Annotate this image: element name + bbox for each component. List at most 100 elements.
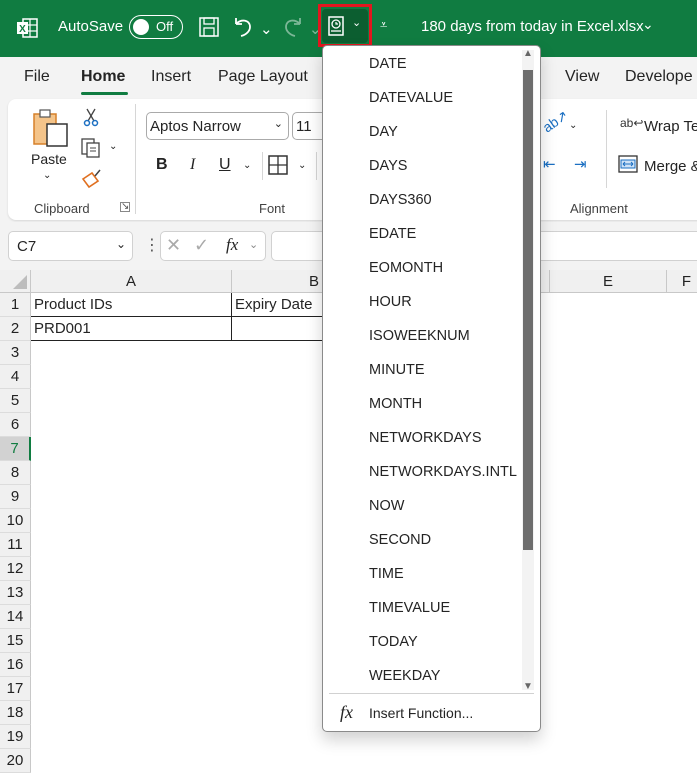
menu-item-days360[interactable]: DAYS360 xyxy=(369,183,519,217)
row-header-9[interactable]: 9 xyxy=(0,485,31,509)
column-header-b[interactable]: B xyxy=(232,270,322,293)
fx-icon: fx xyxy=(340,702,353,722)
font-name-select[interactable]: Aptos Narrow ⌄ xyxy=(146,112,289,140)
menu-item-now[interactable]: NOW xyxy=(369,489,519,523)
column-header-f[interactable]: F xyxy=(667,270,697,293)
menu-item-datevalue[interactable]: DATEVALUE xyxy=(369,81,519,115)
wrap-text-icon[interactable]: ab↩ xyxy=(620,116,643,130)
file-name[interactable]: 180 days from today in Excel.xlsx xyxy=(421,18,644,35)
cancel-icon[interactable]: ✕ xyxy=(166,235,181,256)
column-header-partial xyxy=(541,270,549,293)
insert-function-menu-item[interactable]: fx Insert Function... xyxy=(323,696,540,730)
menu-item-minute[interactable]: MINUTE xyxy=(369,353,519,387)
select-all-corner[interactable] xyxy=(0,270,31,293)
row-header-15[interactable]: 15 xyxy=(0,629,31,653)
paste-icon[interactable] xyxy=(32,108,70,148)
menu-item-isoweeknum[interactable]: ISOWEEKNUM xyxy=(369,319,519,353)
chevron-down-icon[interactable]: ⌄ xyxy=(116,237,126,251)
menu-item-networkdays[interactable]: NETWORKDAYS xyxy=(369,421,519,455)
clipboard-launcher-icon[interactable]: ↘ xyxy=(120,202,130,212)
underline-chevron-icon[interactable]: ⌄ xyxy=(243,160,251,171)
autosave-toggle[interactable]: Off xyxy=(129,15,183,39)
borders-icon[interactable] xyxy=(268,155,288,175)
menu-scrollbar[interactable]: ▲ ▼ xyxy=(522,48,534,692)
row-header-17[interactable]: 17 xyxy=(0,677,31,701)
row-header-18[interactable]: 18 xyxy=(0,701,31,725)
chevron-down-icon[interactable]: ⌄ xyxy=(249,238,258,251)
formula-actions: ✕ ✓ fx ⌄ xyxy=(160,231,266,261)
menu-item-today[interactable]: TODAY xyxy=(369,625,519,659)
italic-button[interactable]: I xyxy=(190,156,195,174)
enter-icon[interactable]: ✓ xyxy=(194,235,209,256)
scroll-up-icon[interactable]: ▲ xyxy=(523,48,533,59)
decrease-indent-icon[interactable]: ⇤ xyxy=(543,155,556,173)
column-header-e[interactable]: E xyxy=(549,270,667,293)
menu-item-time[interactable]: TIME xyxy=(369,557,519,591)
row-header-16[interactable]: 16 xyxy=(0,653,31,677)
customize-quick-access-icon[interactable]: ⩡ xyxy=(380,17,387,33)
row-header-13[interactable]: 13 xyxy=(0,581,31,605)
row-header-19[interactable]: 19 xyxy=(0,725,31,749)
menu-item-days[interactable]: DAYS xyxy=(369,149,519,183)
row-header-5[interactable]: 5 xyxy=(0,389,31,413)
increase-indent-icon[interactable]: ⇥ xyxy=(574,155,587,173)
orientation-chevron-icon[interactable]: ⌄ xyxy=(569,120,577,131)
column-header-a[interactable]: A xyxy=(31,270,232,293)
row-header-10[interactable]: 10 xyxy=(0,509,31,533)
row-header-1[interactable]: 1 xyxy=(0,293,31,317)
name-box[interactable]: C7 ⌄ xyxy=(8,231,133,261)
merge-center-icon[interactable] xyxy=(618,155,638,173)
tab-developer[interactable]: Develope xyxy=(625,68,693,86)
copy-icon[interactable] xyxy=(80,137,102,159)
menu-item-networkdays-intl[interactable]: NETWORKDAYS.INTL xyxy=(369,455,519,489)
row-header-3[interactable]: 3 xyxy=(0,341,31,365)
row-header-14[interactable]: 14 xyxy=(0,605,31,629)
row-header-4[interactable]: 4 xyxy=(0,365,31,389)
menu-item-timevalue[interactable]: TIMEVALUE xyxy=(369,591,519,625)
tab-home[interactable]: Home xyxy=(81,68,125,86)
paste-label[interactable]: Paste xyxy=(31,151,67,167)
cut-icon[interactable] xyxy=(81,107,101,127)
menu-item-eomonth[interactable]: EOMONTH xyxy=(369,251,519,285)
paste-chevron-icon[interactable]: ⌄ xyxy=(43,170,51,181)
underline-button[interactable]: U xyxy=(219,156,231,174)
menu-item-second[interactable]: SECOND xyxy=(369,523,519,557)
save-icon[interactable] xyxy=(198,16,220,38)
tab-view[interactable]: View xyxy=(565,68,599,86)
row-header-20[interactable]: 20 xyxy=(0,749,31,773)
row-header-2[interactable]: 2 xyxy=(0,317,31,341)
cell-b2[interactable] xyxy=(232,317,322,341)
scrollbar-thumb[interactable] xyxy=(523,70,533,550)
menu-item-day[interactable]: DAY xyxy=(369,115,519,149)
row-header-12[interactable]: 12 xyxy=(0,557,31,581)
borders-chevron-icon[interactable]: ⌄ xyxy=(298,160,306,171)
menu-item-date[interactable]: DATE xyxy=(369,47,519,81)
copy-chevron-icon[interactable]: ⌄ xyxy=(109,141,117,152)
cell-a2[interactable]: PRD001 xyxy=(31,317,232,341)
menu-item-weekday[interactable]: WEEKDAY xyxy=(369,659,519,693)
filename-chevron-icon[interactable]: ⌄ xyxy=(642,16,654,33)
bold-button[interactable]: B xyxy=(156,156,168,174)
row-header-7[interactable]: 7 xyxy=(0,437,31,461)
menu-item-month[interactable]: MONTH xyxy=(369,387,519,421)
undo-dropdown-chevron[interactable]: ⌄ xyxy=(260,20,273,38)
cell-a1[interactable]: Product IDs xyxy=(31,293,232,317)
insert-function-label: Insert Function... xyxy=(369,705,474,721)
tab-file[interactable]: File xyxy=(24,68,50,86)
tab-page-layout[interactable]: Page Layout xyxy=(218,68,308,86)
clipboard-group-label: Clipboard xyxy=(34,201,90,216)
merge-center-button[interactable]: Merge & xyxy=(644,158,697,175)
wrap-text-button[interactable]: Wrap Te xyxy=(644,118,697,135)
undo-icon[interactable] xyxy=(232,16,254,38)
cell-b1[interactable]: Expiry Date xyxy=(232,293,322,317)
scroll-down-icon[interactable]: ▼ xyxy=(523,681,533,692)
menu-item-hour[interactable]: HOUR xyxy=(369,285,519,319)
format-painter-icon[interactable] xyxy=(80,167,102,189)
row-header-6[interactable]: 6 xyxy=(0,413,31,437)
insert-function-icon[interactable]: fx xyxy=(226,235,238,255)
tab-insert[interactable]: Insert xyxy=(151,68,191,86)
row-header-11[interactable]: 11 xyxy=(0,533,31,557)
more-options-icon[interactable]: ⋮ xyxy=(144,235,160,255)
menu-item-edate[interactable]: EDATE xyxy=(369,217,519,251)
row-header-8[interactable]: 8 xyxy=(0,461,31,485)
